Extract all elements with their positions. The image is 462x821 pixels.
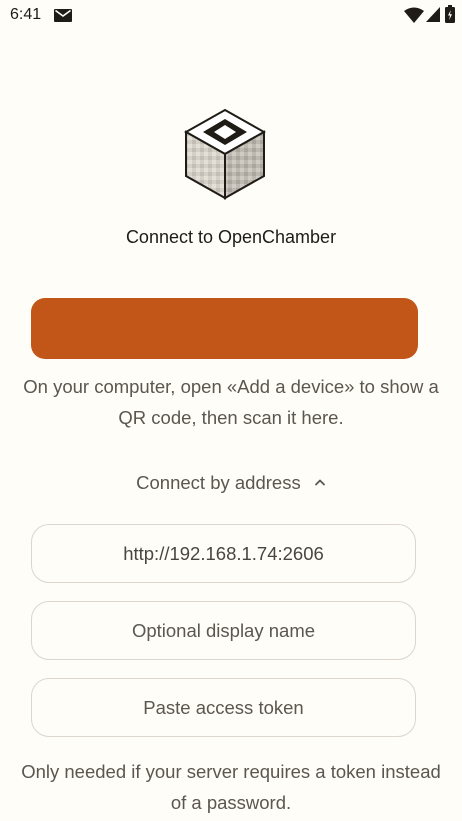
access-token-input[interactable] [31, 678, 416, 737]
chevron-up-icon [314, 479, 325, 486]
status-time: 6:41 [10, 6, 42, 23]
display-name-input[interactable] [31, 601, 416, 660]
page-title: Connect to OpenChamber [125, 227, 337, 247]
token-help-text: Only needed if your server requires a to… [21, 761, 441, 813]
mail-icon [54, 9, 72, 22]
scan-qr-button[interactable] [31, 298, 418, 359]
openchamber-cube-icon [184, 108, 266, 200]
connect-by-address-toggle[interactable]: Connect by address [0, 472, 462, 494]
connect-by-address-label: Connect by address [136, 472, 301, 493]
server-address-input[interactable] [31, 524, 416, 583]
battery-icon [445, 5, 455, 23]
wifi-icon [404, 7, 424, 23]
status-bar: 6:41 [0, 0, 462, 32]
signal-icon [426, 7, 440, 22]
connect-screen: 6:41 Connect to OpenChamber On your comp… [0, 0, 462, 821]
scan-help-text: On your computer, open «Add a device» to… [23, 376, 439, 428]
